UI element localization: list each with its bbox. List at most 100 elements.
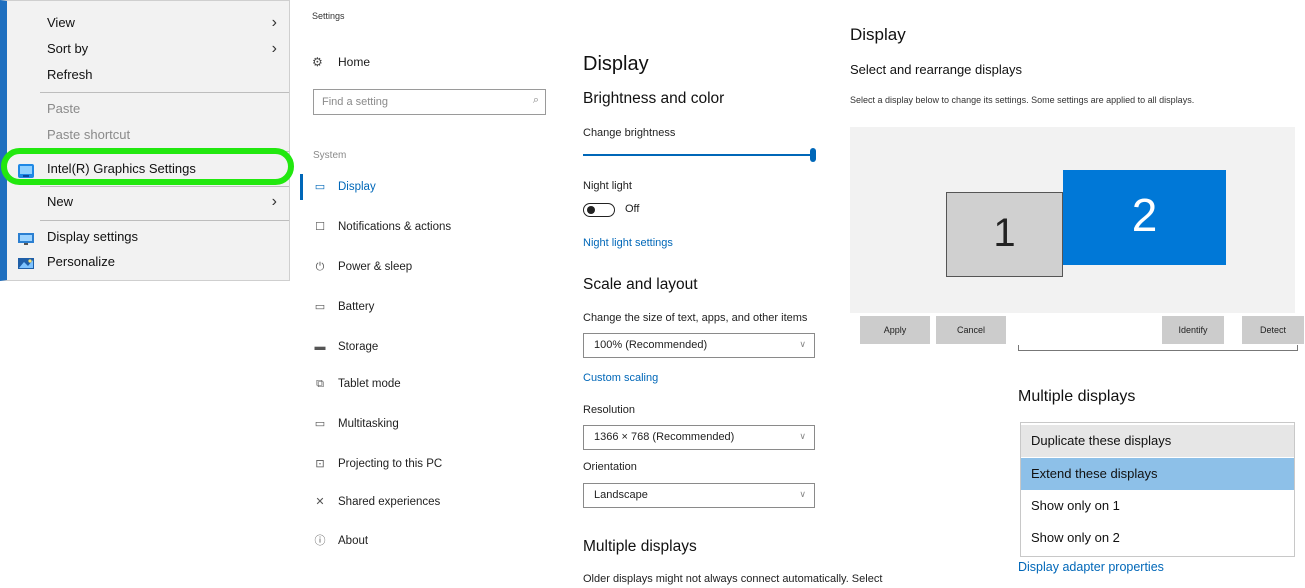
sidebar-item-display[interactable]: ▭ Display	[312, 177, 376, 197]
orientation-label: Orientation	[583, 461, 637, 473]
sidebar-item-battery[interactable]: ▭ Battery	[312, 297, 375, 317]
sidebar-item-power-sleep[interactable]: ⏻ Power & sleep	[312, 257, 413, 277]
sidebar-item-storage[interactable]: ▬ Storage	[312, 337, 379, 357]
menu-item-label: Paste	[47, 101, 81, 116]
cancel-button[interactable]: Cancel	[936, 316, 1006, 344]
scale-heading: Scale and layout	[583, 276, 698, 293]
resolution-label: Resolution	[583, 404, 635, 416]
search-input[interactable]	[322, 94, 522, 110]
sidebar-item-label: Storage	[338, 341, 379, 353]
menu-item-label: New	[47, 194, 74, 209]
window-title: Settings	[312, 11, 345, 21]
resolution-value: 1366 × 768 (Recommended)	[594, 431, 735, 443]
chevron-down-icon: ∨	[799, 489, 806, 499]
menu-separator	[40, 92, 289, 93]
chevron-right-icon: ›	[271, 193, 277, 210]
menu-item-label: Personalize	[47, 254, 115, 269]
projecting-icon: ⊡	[315, 458, 325, 470]
menu-item-new[interactable]: New ›	[7, 190, 289, 214]
sidebar-item-about[interactable]: ⓘ About	[312, 531, 369, 551]
chevron-down-icon: ∨	[799, 339, 806, 349]
menu-item-paste-shortcut: Paste shortcut	[7, 123, 289, 147]
panel-subtitle: Select and rearrange displays	[850, 62, 1022, 77]
sidebar-item-notifications[interactable]: ☐ Notifications & actions	[312, 217, 451, 237]
option-extend[interactable]: Extend these displays	[1021, 458, 1294, 490]
menu-item-label: Sort by	[47, 41, 89, 56]
chevron-right-icon: ›	[271, 14, 277, 31]
multiple-displays-list[interactable]: Duplicate these displays Extend these di…	[1020, 422, 1295, 557]
sidebar-item-label: Display	[338, 181, 376, 193]
sidebar-item-label: Power & sleep	[338, 261, 413, 273]
page-title: Display	[583, 53, 649, 75]
chevron-down-icon: ∨	[799, 431, 806, 441]
battery-icon: ▭	[314, 301, 326, 313]
sidebar-item-label: Tablet mode	[338, 378, 401, 390]
notifications-icon: ☐	[315, 221, 325, 233]
display-adapter-properties-link[interactable]: Display adapter properties	[1018, 560, 1164, 574]
night-light-toggle[interactable]	[583, 203, 615, 217]
shared-experiences-icon: ✕	[315, 496, 325, 508]
sidebar-item-multitasking[interactable]: ▭ Multitasking	[312, 414, 399, 434]
custom-scaling-link[interactable]: Custom scaling	[583, 372, 658, 384]
display-settings-page: Display Brightness and color Change brig…	[583, 0, 882, 588]
monitor-arrangement-area: 1 2	[850, 127, 1295, 313]
night-light-settings-link[interactable]: Night light settings	[583, 237, 673, 249]
sidebar-item-tablet-mode[interactable]: ⧉ Tablet mode	[312, 374, 401, 394]
sidebar-item-projecting[interactable]: ⊡ Projecting to this PC	[312, 454, 442, 474]
monitor-2-number: 2	[1131, 189, 1158, 241]
menu-item-label: View	[47, 15, 75, 30]
menu-item-refresh[interactable]: Refresh	[7, 63, 289, 87]
orientation-dropdown[interactable]: Landscape ∨	[583, 483, 815, 508]
settings-sidebar: Settings ⚙ Home ⌕ System ▭ Display ☐ Notifi…	[300, 0, 570, 588]
gear-icon: ⚙	[312, 55, 323, 69]
home-label: Home	[338, 55, 371, 69]
monitor-icon: ▭	[314, 181, 326, 193]
multiple-displays-text: Older displays might not always connect …	[583, 573, 883, 585]
display-arrangement-panel: Display Select and rearrange displays Se…	[850, 0, 1305, 588]
toggle-knob	[587, 206, 595, 214]
option-duplicate[interactable]: Duplicate these displays	[1021, 425, 1294, 457]
menu-separator	[40, 220, 289, 221]
scale-dropdown[interactable]: 100% (Recommended) ∨	[583, 333, 815, 358]
night-light-state: Off	[625, 203, 640, 215]
search-icon[interactable]: ⌕	[533, 94, 539, 107]
search-box[interactable]: ⌕	[313, 89, 546, 115]
sidebar-home[interactable]: ⚙ Home	[312, 53, 370, 71]
option-show-only-1[interactable]: Show only on 1	[1021, 490, 1294, 522]
multiple-displays-heading: Multiple displays	[583, 538, 697, 555]
sidebar-item-label: About	[338, 535, 369, 547]
slider-thumb[interactable]	[810, 148, 816, 162]
monitor-1-number: 1	[993, 211, 1016, 255]
menu-item-view[interactable]: View ›	[7, 11, 289, 35]
slider-track	[583, 154, 816, 156]
about-icon: ⓘ	[314, 535, 326, 547]
resolution-dropdown[interactable]: 1366 × 768 (Recommended) ∨	[583, 425, 815, 450]
night-light-label: Night light	[583, 180, 632, 192]
power-icon: ⏻	[315, 261, 325, 273]
highlight-ring	[1, 148, 294, 185]
menu-item-sort-by[interactable]: Sort by ›	[7, 37, 289, 61]
context-menu: View › Sort by › Refresh Paste Paste sho…	[0, 0, 290, 281]
personalize-icon	[18, 255, 34, 269]
menu-item-display-settings[interactable]: Display settings	[7, 225, 289, 249]
menu-separator	[40, 186, 289, 187]
scale-value: 100% (Recommended)	[594, 339, 708, 351]
menu-item-paste: Paste	[7, 97, 289, 121]
orientation-value: Landscape	[594, 489, 648, 501]
sidebar-item-label: Multitasking	[338, 418, 399, 430]
brightness-slider[interactable]	[583, 148, 816, 162]
brightness-heading: Brightness and color	[583, 90, 725, 107]
apply-button[interactable]: Apply	[860, 316, 930, 344]
monitor-1[interactable]: 1	[946, 192, 1063, 277]
monitor-2[interactable]: 2	[1063, 170, 1226, 265]
chevron-right-icon: ›	[271, 40, 277, 57]
sidebar-item-label: Projecting to this PC	[338, 458, 443, 470]
divider	[1018, 345, 1019, 351]
menu-item-label: Refresh	[47, 67, 93, 82]
option-show-only-2[interactable]: Show only on 2	[1021, 522, 1294, 554]
menu-item-personalize[interactable]: Personalize	[7, 250, 289, 274]
detect-button[interactable]: Detect	[1242, 316, 1304, 344]
identify-button[interactable]: Identify	[1162, 316, 1224, 344]
sidebar-item-shared-experiences[interactable]: ✕ Shared experiences	[312, 492, 440, 512]
storage-icon: ▬	[314, 341, 326, 353]
